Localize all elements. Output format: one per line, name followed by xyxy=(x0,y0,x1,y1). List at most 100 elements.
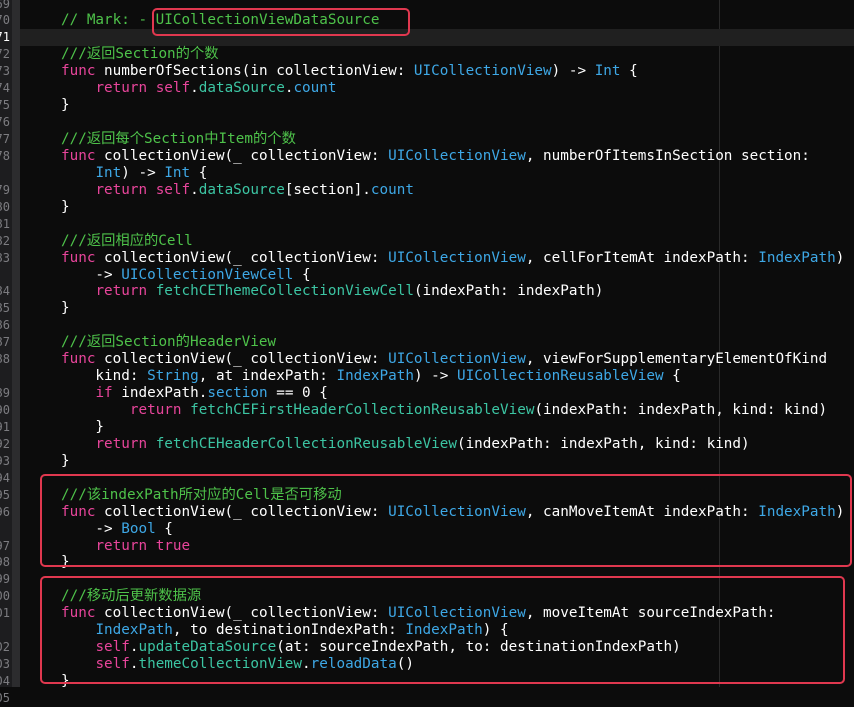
code-content: } xyxy=(61,419,104,436)
keyword: func xyxy=(61,351,96,368)
line-number: 71 xyxy=(0,30,10,45)
code-line[interactable]: 86 xyxy=(0,317,854,334)
code-content: ///返回Section的HeaderView xyxy=(61,334,276,351)
code-text: } xyxy=(61,97,70,114)
code-line[interactable]: 78 func collectionView(_ collectionView: … xyxy=(0,148,854,165)
code-content: return fetchCEFirstHeaderCollectionReusa… xyxy=(61,402,827,419)
line-number: 81 xyxy=(0,216,10,231)
line-number: 84 xyxy=(0,284,10,299)
code-line[interactable]: kind: String, at indexPath: IndexPath) -… xyxy=(0,368,854,385)
code-line[interactable]: 76 xyxy=(0,114,854,131)
type-name: UICollectionView xyxy=(413,63,552,80)
code-content: ///返回Section的个数 xyxy=(61,46,219,63)
line-number: 99 xyxy=(0,572,10,587)
project-symbol: fetchCEHeaderCollectionReusableView xyxy=(155,435,457,452)
code-text: collectionView(_ collectionView: xyxy=(95,147,389,164)
type-name: Int xyxy=(594,63,621,80)
code-content: return fetchCEHeaderCollectionReusableVi… xyxy=(61,435,749,453)
keyword: self xyxy=(155,181,191,198)
code-content: return self.dataSource[section].count xyxy=(61,182,414,199)
type-name: Int xyxy=(164,164,191,181)
code-text: [section]. xyxy=(284,181,371,198)
code-line[interactable]: 85} xyxy=(0,300,854,317)
code-line[interactable]: 72 ///返回Section的个数 xyxy=(0,46,854,63)
line-number: 69 xyxy=(0,0,10,11)
keyword: return xyxy=(95,80,148,97)
project-symbol: dataSource xyxy=(198,181,285,198)
code-line[interactable]: 88 func collectionView(_ collectionView: … xyxy=(0,351,854,368)
line-number: 101 xyxy=(0,606,10,621)
code-line[interactable]: 70// Mark: - UICollectionViewDataSource xyxy=(0,12,854,29)
line-number: 73 xyxy=(0,64,10,79)
line-number: 102 xyxy=(0,640,10,655)
code-text: } xyxy=(61,418,105,435)
code-text: { xyxy=(620,63,638,80)
code-line[interactable]: 81 xyxy=(0,216,854,233)
code-line[interactable]: -> UICollectionViewCell { xyxy=(0,267,854,284)
code-line[interactable]: 73 func numberOfSections(in collectionVie… xyxy=(0,63,854,80)
keyword: return xyxy=(95,181,148,198)
type-name: UICollectionReusableView xyxy=(456,368,664,385)
code-line[interactable]: 90 return fetchCEFirstHeaderCollectionRe… xyxy=(0,402,854,419)
type-name: UICollectionView xyxy=(388,147,526,164)
code-content: } xyxy=(61,97,70,114)
code-text: ) -> xyxy=(121,164,165,181)
line-number: 88 xyxy=(0,352,10,367)
type-name: Int xyxy=(95,164,122,181)
code-content: } xyxy=(61,199,70,216)
code-line[interactable]: 74 return self.dataSource.count xyxy=(0,80,854,97)
line-number: 87 xyxy=(0,335,10,350)
line-number: 74 xyxy=(0,81,10,96)
code-line[interactable]: 80} xyxy=(0,199,854,216)
code-text: collectionView(_ collectionView: xyxy=(95,351,389,368)
comment: ///返回相应的Cell xyxy=(61,232,193,249)
system-symbol: count xyxy=(293,80,337,97)
comment: ///返回Section的个数 xyxy=(61,46,219,63)
type-name: String xyxy=(147,368,199,385)
code-text: numberOfSections(in collectionView: xyxy=(95,63,414,80)
code-line[interactable]: 91 } xyxy=(0,419,854,436)
code-line[interactable]: 77 ///返回每个Section中Item的个数 xyxy=(0,131,854,148)
line-number: 85 xyxy=(0,301,10,316)
code-content: } xyxy=(61,453,70,470)
code-text: { xyxy=(190,164,208,181)
code-line[interactable]: 89 if indexPath.section == 0 { xyxy=(0,385,854,402)
line-number: 91 xyxy=(0,419,10,434)
code-line[interactable]: 71 xyxy=(0,29,854,47)
code-line[interactable]: 75} xyxy=(0,97,854,114)
line-number: 89 xyxy=(0,386,10,401)
number-literal: 0 xyxy=(302,385,311,402)
highlight-box-can-move xyxy=(40,474,852,567)
line-number: 98 xyxy=(0,555,10,570)
code-line[interactable]: 79 return self.dataSource[section].count xyxy=(0,182,854,199)
code-text: indexPath. xyxy=(112,385,208,402)
code-line[interactable]: 84 return fetchCEThemeCollectionViewCell… xyxy=(0,283,854,300)
code-line[interactable]: 93} xyxy=(0,453,854,470)
type-name: UICollectionViewCell xyxy=(121,266,294,283)
code-line[interactable]: 69 xyxy=(0,0,854,12)
code-content: } xyxy=(61,300,70,317)
line-number: 96 xyxy=(0,504,10,519)
code-content: func collectionView(_ collectionView: UI… xyxy=(61,148,810,165)
keyword: return xyxy=(129,402,182,418)
code-line[interactable]: 83 func collectionView(_ collectionView: … xyxy=(0,250,854,267)
type-name: UICollectionView xyxy=(388,249,526,266)
code-text: kind: xyxy=(61,368,148,385)
code-line[interactable]: 82 ///返回相应的Cell xyxy=(0,233,854,250)
code-text: { xyxy=(663,368,681,385)
code-text: (indexPath: indexPath, kind: kind) xyxy=(534,402,828,418)
line-number: 70 xyxy=(0,13,10,28)
code-content: Int) -> Int { xyxy=(61,165,207,182)
line-number: 76 xyxy=(0,115,10,130)
code-text: . xyxy=(190,80,199,97)
code-line[interactable]: 105 xyxy=(0,690,854,707)
code-line[interactable]: 87 ///返回Section的HeaderView xyxy=(0,334,854,351)
code-line[interactable]: Int) -> Int { xyxy=(0,165,854,182)
keyword: if xyxy=(95,385,113,402)
code-line[interactable]: 92 return fetchCEHeaderCollectionReusabl… xyxy=(0,436,854,453)
